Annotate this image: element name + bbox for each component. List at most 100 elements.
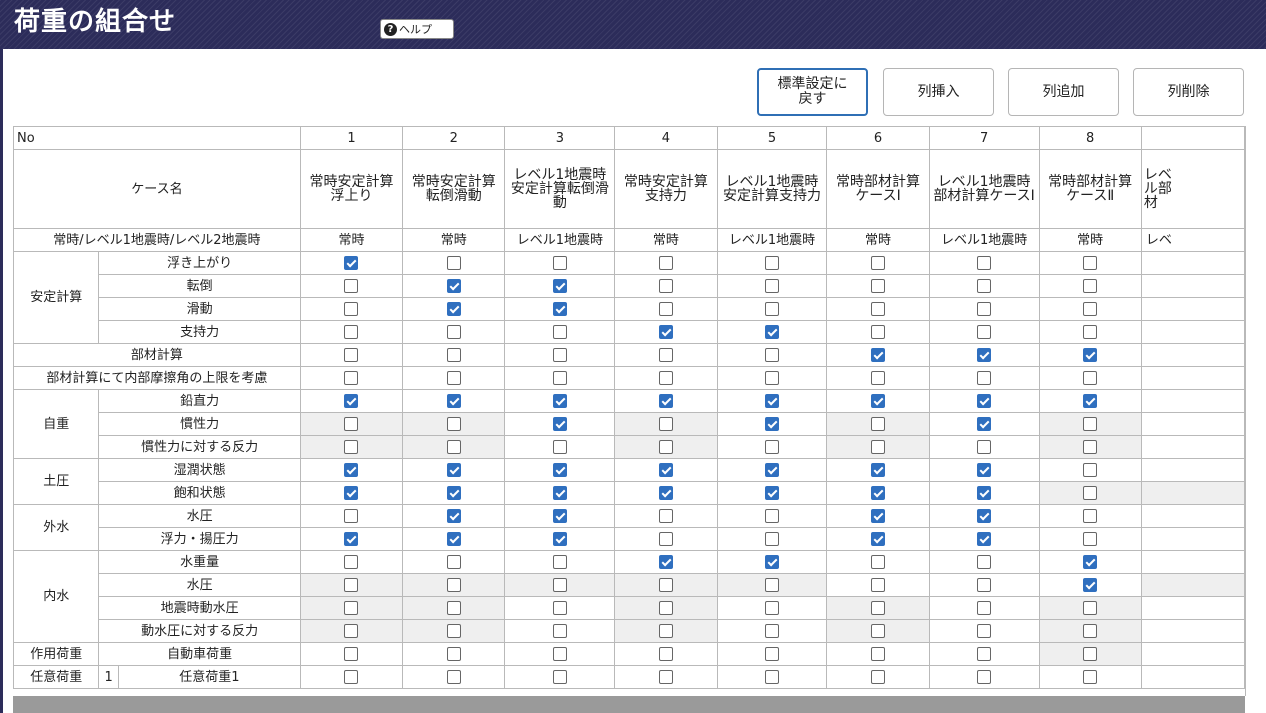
checkbox-cell[interactable]	[928, 251, 1040, 275]
case-type-cell[interactable]: レベル1地震時	[716, 228, 828, 252]
checkbox-unchecked[interactable]	[764, 256, 779, 270]
checkbox-cell[interactable]	[614, 435, 718, 459]
checkbox-checked[interactable]	[871, 463, 886, 477]
checkbox-cell[interactable]	[826, 504, 930, 528]
case-name-cell[interactable]: レベル1地震時安定計算支持力	[716, 149, 828, 229]
checkbox-cell[interactable]	[826, 435, 930, 459]
checkbox-checked[interactable]	[446, 463, 461, 477]
checkbox-unchecked[interactable]	[658, 417, 673, 431]
checkbox-checked[interactable]	[552, 486, 567, 500]
checkbox-cell[interactable]	[928, 435, 1040, 459]
checkbox-cell[interactable]	[1038, 619, 1142, 643]
checkbox-checked[interactable]	[446, 394, 461, 408]
checkbox-unchecked[interactable]	[1083, 532, 1098, 546]
checkbox-unchecked[interactable]	[446, 325, 461, 339]
checkbox-unchecked[interactable]	[344, 371, 359, 385]
checkbox-cell[interactable]	[614, 366, 718, 390]
checkbox-checked[interactable]	[977, 463, 992, 477]
checkbox-cell[interactable]	[614, 343, 718, 367]
checkbox-checked[interactable]	[552, 417, 567, 431]
checkbox-unchecked[interactable]	[1083, 302, 1098, 316]
checkbox-cell[interactable]	[402, 458, 506, 482]
checkbox-unchecked[interactable]	[658, 440, 673, 454]
checkbox-unchecked[interactable]	[552, 555, 567, 569]
checkbox-cell[interactable]	[402, 366, 506, 390]
add-column-button[interactable]: 列追加	[1008, 68, 1119, 116]
checkbox-cell[interactable]	[826, 642, 930, 666]
checkbox-cell[interactable]	[504, 320, 616, 344]
checkbox-unchecked[interactable]	[658, 509, 673, 523]
checkbox-cell[interactable]	[826, 596, 930, 620]
checkbox-cell[interactable]	[928, 504, 1040, 528]
checkbox-cell[interactable]	[826, 527, 930, 551]
checkbox-cell[interactable]	[402, 297, 506, 321]
checkbox-cell[interactable]	[928, 619, 1040, 643]
checkbox-cell[interactable]	[614, 665, 718, 689]
checkbox-unchecked[interactable]	[658, 647, 673, 661]
checkbox-unchecked[interactable]	[658, 256, 673, 270]
checkbox-cell[interactable]	[716, 297, 828, 321]
checkbox-cell[interactable]	[826, 550, 930, 574]
checkbox-cell[interactable]	[716, 504, 828, 528]
checkbox-cell[interactable]	[928, 320, 1040, 344]
checkbox-cell[interactable]	[402, 550, 506, 574]
checkbox-cell[interactable]	[504, 504, 616, 528]
checkbox-cell[interactable]	[614, 389, 718, 413]
checkbox-unchecked[interactable]	[871, 371, 886, 385]
checkbox-checked[interactable]	[658, 325, 673, 339]
checkbox-cell[interactable]	[299, 435, 404, 459]
checkbox-cell[interactable]	[614, 274, 718, 298]
checkbox-unchecked[interactable]	[1083, 601, 1098, 615]
checkbox-checked[interactable]	[344, 463, 359, 477]
checkbox-cell[interactable]	[299, 504, 404, 528]
checkbox-cell[interactable]	[1038, 550, 1142, 574]
checkbox-cell[interactable]	[928, 573, 1040, 597]
checkbox-checked[interactable]	[658, 463, 673, 477]
checkbox-unchecked[interactable]	[871, 256, 886, 270]
checkbox-cell[interactable]	[504, 665, 616, 689]
checkbox-cell[interactable]	[716, 619, 828, 643]
checkbox-checked[interactable]	[344, 532, 359, 546]
checkbox-unchecked[interactable]	[446, 624, 461, 638]
checkbox-checked[interactable]	[764, 394, 779, 408]
checkbox-cell[interactable]	[299, 343, 404, 367]
checkbox-cell[interactable]	[1038, 504, 1142, 528]
case-name-cell[interactable]: 常時部材計算ケースⅡ	[1038, 149, 1142, 229]
checkbox-checked[interactable]	[552, 302, 567, 316]
checkbox-cell[interactable]	[826, 665, 930, 689]
checkbox-cell[interactable]	[716, 435, 828, 459]
checkbox-cell[interactable]	[402, 527, 506, 551]
case-type-cell[interactable]: 常時	[826, 228, 930, 252]
checkbox-unchecked[interactable]	[764, 348, 779, 362]
checkbox-checked[interactable]	[871, 509, 886, 523]
checkbox-cell[interactable]	[299, 619, 404, 643]
checkbox-cell[interactable]	[1038, 527, 1142, 551]
checkbox-unchecked[interactable]	[1083, 325, 1098, 339]
checkbox-checked[interactable]	[764, 417, 779, 431]
checkbox-checked[interactable]	[1083, 348, 1098, 362]
checkbox-cell[interactable]	[504, 389, 616, 413]
checkbox-cell[interactable]	[614, 251, 718, 275]
checkbox-cell[interactable]	[504, 274, 616, 298]
case-type-cell[interactable]: レベ	[1140, 228, 1245, 252]
checkbox-cell[interactable]	[402, 596, 506, 620]
checkbox-cell[interactable]	[504, 481, 616, 505]
checkbox-unchecked[interactable]	[552, 440, 567, 454]
checkbox-cell[interactable]	[402, 642, 506, 666]
checkbox-checked[interactable]	[977, 417, 992, 431]
checkbox-unchecked[interactable]	[977, 302, 992, 316]
checkbox-unchecked[interactable]	[764, 670, 779, 684]
checkbox-unchecked[interactable]	[344, 624, 359, 638]
checkbox-unchecked[interactable]	[764, 279, 779, 293]
checkbox-checked[interactable]	[977, 348, 992, 362]
checkbox-cell[interactable]	[716, 527, 828, 551]
checkbox-unchecked[interactable]	[977, 371, 992, 385]
checkbox-unchecked[interactable]	[658, 624, 673, 638]
checkbox-cell[interactable]	[826, 619, 930, 643]
checkbox-cell[interactable]	[928, 366, 1040, 390]
checkbox-unchecked[interactable]	[658, 348, 673, 362]
case-name-cell[interactable]: 常時安定計算浮上り	[299, 149, 404, 229]
checkbox-unchecked[interactable]	[658, 578, 673, 592]
checkbox-cell[interactable]	[826, 343, 930, 367]
checkbox-unchecked[interactable]	[871, 601, 886, 615]
